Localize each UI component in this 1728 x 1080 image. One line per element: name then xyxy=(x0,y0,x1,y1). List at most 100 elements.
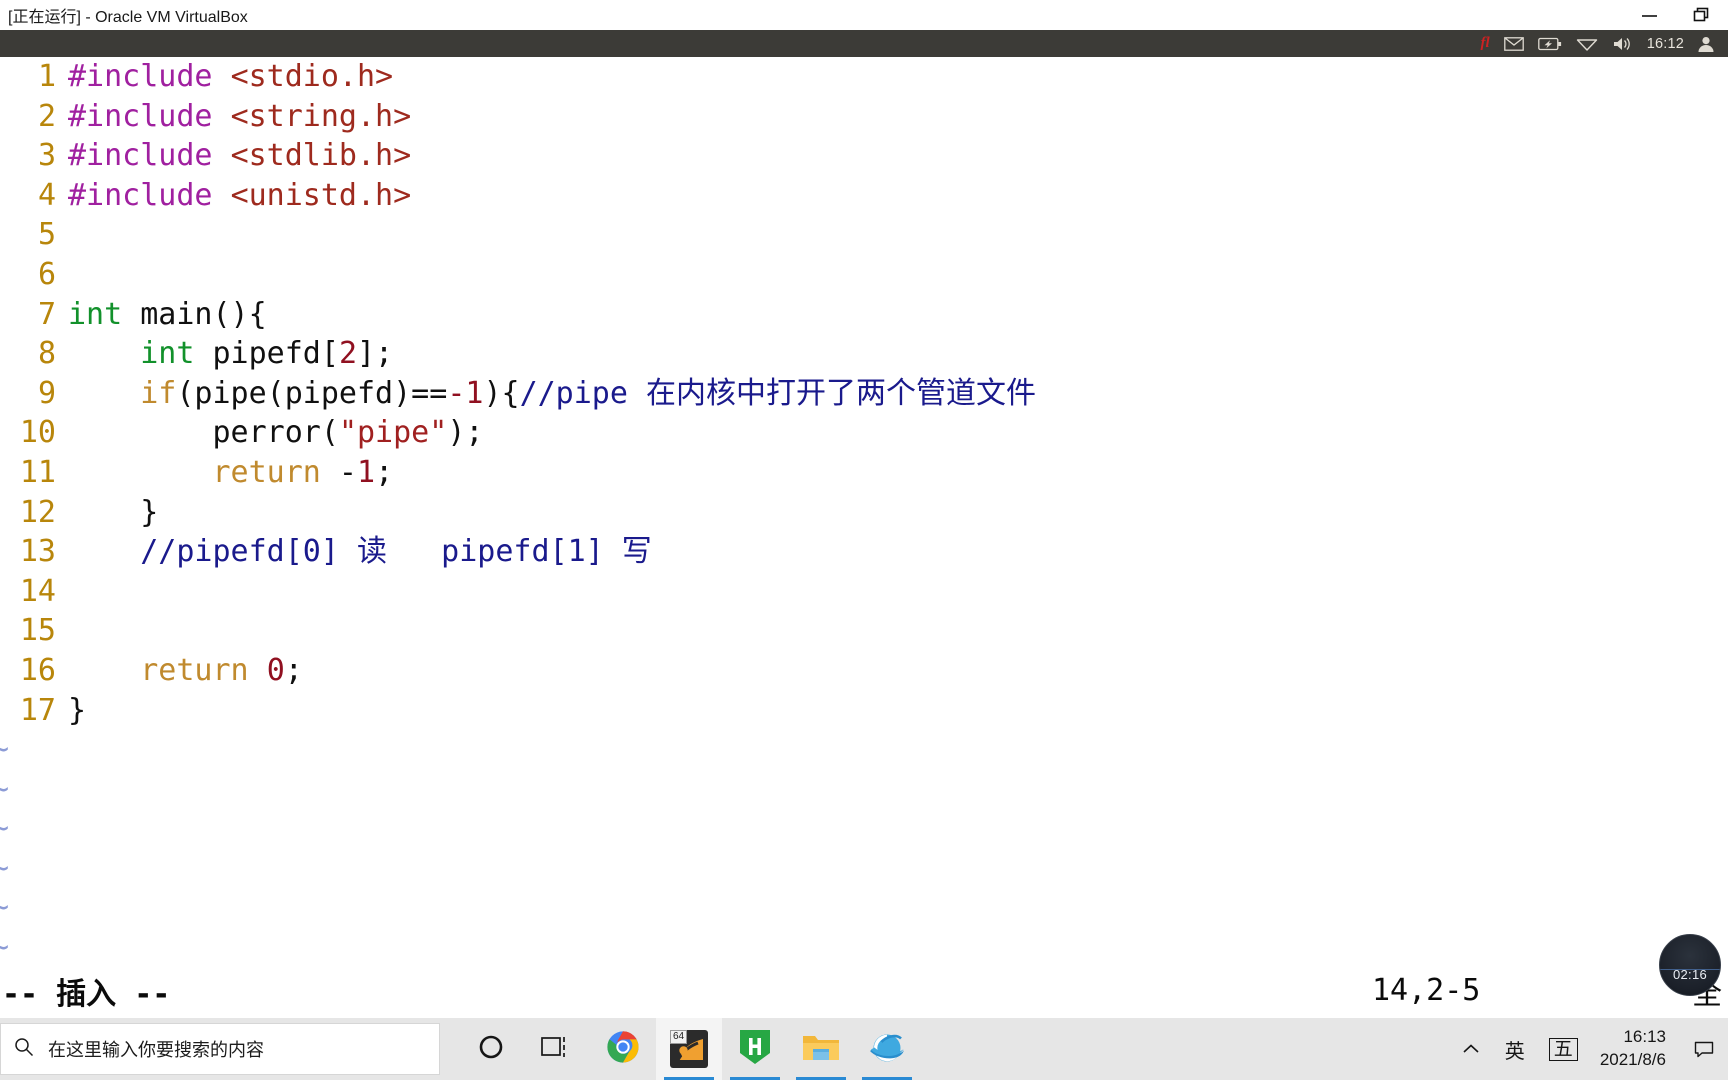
window-title: [正在运行] - Oracle VM VirtualBox xyxy=(8,9,248,26)
vim-line-number: 17 xyxy=(19,692,56,728)
fcitx-input-method-icon[interactable]: fl xyxy=(1474,30,1497,57)
taskbar-date: 2021/8/6 xyxy=(1599,1050,1666,1069)
taskbar-item-file-explorer[interactable] xyxy=(788,1018,854,1080)
vim-line-number: 14 xyxy=(19,573,56,609)
vim-line: 10 perror("pipe"); xyxy=(0,413,1728,453)
taskbar-item-task-view[interactable] xyxy=(524,1018,590,1080)
code-token-plain: } xyxy=(68,494,159,530)
chevron-up-icon[interactable] xyxy=(1449,1018,1493,1080)
vim-empty-line-marker: ~ xyxy=(0,732,10,768)
vim-line: 3 #include <stdlib.h> xyxy=(0,136,1728,176)
vim-mode-indicator: -- 插入 -- xyxy=(2,976,171,1012)
vim-line: 8 int pipefd[2]; xyxy=(0,334,1728,374)
vim-line: 12 } xyxy=(0,493,1728,533)
taskbar-item-cortana[interactable] xyxy=(458,1018,524,1080)
minimize-button[interactable] xyxy=(1624,0,1676,30)
vim-code-lines: 1 #include <stdio.h> 2 #include <string.h> 3… xyxy=(0,57,1728,730)
code-token-plain: ]; xyxy=(357,336,394,372)
vim-line-code: #include <stdio.h> xyxy=(56,57,393,97)
window-controls xyxy=(1624,0,1728,30)
code-token-stmt: return xyxy=(212,454,321,490)
taskbar-time: 16:13 xyxy=(1623,1027,1666,1047)
folder-icon xyxy=(802,1031,840,1068)
vim-line-code: if(pipe(pipefd)==-1){//pipe 在内核中打开了两个管道文… xyxy=(56,374,1036,414)
taskbar-item-virtualbox[interactable]: 64 xyxy=(656,1018,722,1080)
taskbar-search-box[interactable]: 在这里输入你要搜索的内容 xyxy=(0,1023,440,1075)
user-icon[interactable] xyxy=(1690,30,1722,57)
code-token-plain: ); xyxy=(447,415,484,451)
restore-button[interactable] xyxy=(1676,0,1728,30)
host-window-titlebar: [正在运行] - Oracle VM VirtualBox xyxy=(0,0,1728,30)
vim-line-number: 15 xyxy=(19,613,56,649)
vim-line: 13 //pipefd[0] 读 pipefd[1] 写 xyxy=(0,532,1728,572)
notification-icon[interactable] xyxy=(1680,1018,1728,1080)
code-token-hdr: <stdlib.h> xyxy=(230,138,412,174)
code-token-type: int xyxy=(140,336,195,372)
vim-line-code: return -1; xyxy=(56,453,394,493)
code-token-plain: (pipe(pipefd)== xyxy=(176,375,448,411)
vim-line-code: return 0; xyxy=(56,651,303,691)
code-token-plain: - xyxy=(320,454,357,490)
vim-line-code: perror("pipe"); xyxy=(56,413,483,453)
code-token-pre: #include xyxy=(68,98,231,134)
mail-icon[interactable] xyxy=(1497,30,1531,57)
guest-panel-clock[interactable]: 16:12 xyxy=(1641,30,1690,57)
vim-empty-line-marker: ~ xyxy=(0,771,10,807)
vim-line: 14 xyxy=(0,572,1728,612)
code-token-stmt: if xyxy=(140,375,177,411)
code-token-cmt: //pipe 在内核中打开了两个管道文件 xyxy=(519,375,1036,411)
battery-icon[interactable] xyxy=(1531,30,1569,57)
vim-line-number: 5 xyxy=(37,217,56,253)
vim-status-line: -- 插入 -- 14,2-5 全 xyxy=(0,963,1728,1018)
vim-line-code: int pipefd[2]; xyxy=(56,334,393,374)
code-token-plain: ){ xyxy=(483,375,520,411)
code-token-stmt: return xyxy=(140,652,249,688)
code-token-pre: #include xyxy=(68,177,231,213)
vim-line-code: } xyxy=(56,691,86,731)
vim-line: 15 xyxy=(0,611,1728,651)
taskbar-clock[interactable]: 16:13 2021/8/6 xyxy=(1590,1018,1680,1080)
vim-empty-line-marker: ~ xyxy=(0,890,10,926)
system-tray: 英 五 16:13 2021/8/6 xyxy=(1449,1018,1728,1080)
ime-mode-label: 五 xyxy=(1548,1037,1578,1061)
recorder-elapsed-time: 02:16 xyxy=(1672,967,1708,982)
code-token-plain: ; xyxy=(375,454,394,490)
wifi-icon[interactable] xyxy=(1569,30,1605,57)
taskbar-item-google-chrome[interactable] xyxy=(590,1018,656,1080)
vim-line-code: #include <unistd.h> xyxy=(56,176,411,216)
virtualbox-icon: 64 xyxy=(670,1030,708,1068)
ime-language-indicator[interactable]: 英 xyxy=(1493,1018,1537,1080)
vim-line-number: 6 xyxy=(37,256,56,292)
vim-line: 11 return -1; xyxy=(0,453,1728,493)
vim-line: 16 return 0; xyxy=(0,651,1728,691)
code-token-type: int xyxy=(68,296,123,332)
taskbar-item-internet-explorer[interactable] xyxy=(854,1018,920,1080)
volume-icon[interactable] xyxy=(1605,30,1641,57)
code-token-num: -1 xyxy=(447,375,484,411)
code-token-plain: perror( xyxy=(68,415,339,451)
ime-mode-indicator[interactable]: 五 xyxy=(1537,1018,1590,1080)
vim-empty-line-markers: ~~~~~~~ xyxy=(0,730,1728,963)
vim-line-number: 16 xyxy=(19,652,56,688)
screen-recorder-widget[interactable]: 02:16 xyxy=(1659,934,1721,996)
taskbar-app-icons: 64 xyxy=(458,1018,920,1080)
vim-line: 5 xyxy=(0,215,1728,255)
code-token-hdr: <unistd.h> xyxy=(230,177,412,213)
chrome-icon xyxy=(606,1030,640,1069)
code-token-plain: ; xyxy=(284,652,303,688)
vim-line-code: #include <string.h> xyxy=(56,97,411,137)
guest-os-top-panel: fl 16:12 xyxy=(0,30,1728,57)
vim-cursor-position: 14,2-5 xyxy=(1372,973,1481,1008)
virtualbox-arch-badge: 64 xyxy=(670,1030,688,1044)
ie-icon xyxy=(868,1029,906,1070)
vim-line-code: //pipefd[0] 读 pipefd[1] 写 xyxy=(56,532,652,572)
taskbar-item-hbuilder[interactable] xyxy=(722,1018,788,1080)
vim-line-code: int main(){ xyxy=(56,295,267,335)
vim-editor-buffer[interactable]: 1 #include <stdio.h> 2 #include <string.h> 3… xyxy=(0,57,1728,963)
vim-line: 9 if(pipe(pipefd)==-1){//pipe 在内核中打开了两个管… xyxy=(0,374,1728,414)
